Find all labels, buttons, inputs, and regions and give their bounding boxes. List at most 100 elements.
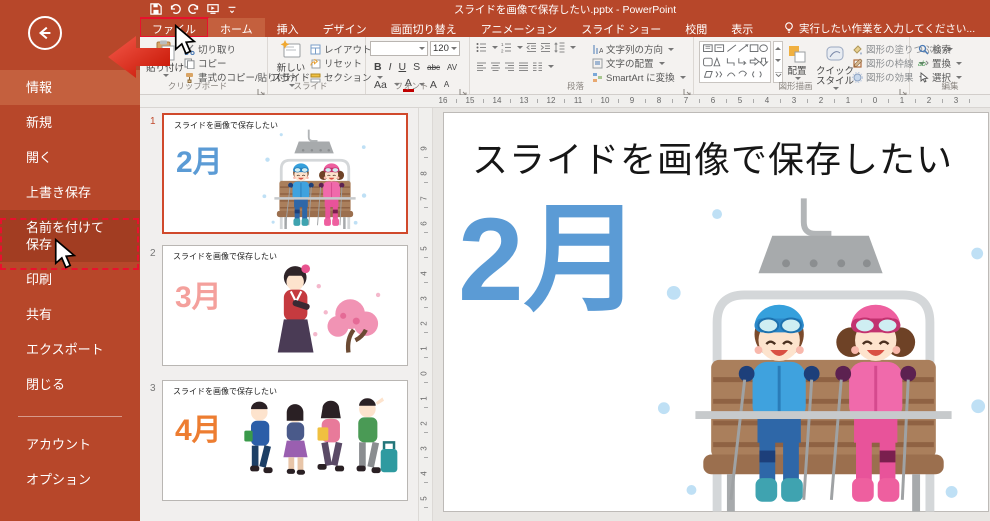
h-ruler-tick: 5: [738, 96, 742, 105]
backstage-menu-item[interactable]: 共有: [0, 297, 140, 332]
bold-button[interactable]: B: [372, 61, 384, 73]
horizontal-ruler[interactable]: 161514131211109876543210123: [140, 95, 990, 108]
justify-icon[interactable]: [518, 61, 529, 72]
ribbon-tab[interactable]: デザイン: [311, 18, 379, 37]
slide-thumbnail-2[interactable]: スライドを画像で保存したい 3月: [162, 245, 408, 366]
h-ruler-tick: 12: [547, 96, 556, 105]
backstage-menu-item[interactable]: 情報: [0, 70, 140, 105]
shape-outline-icon: [852, 58, 863, 69]
svg-text:A: A: [599, 48, 603, 55]
clipboard-dialog-launcher[interactable]: [257, 83, 265, 91]
paste-button[interactable]: 貼り付け: [146, 40, 184, 77]
text-shadow-button[interactable]: S: [411, 61, 422, 73]
h-ruler-tick: 4: [765, 96, 769, 105]
paragraph-group-label: 段落: [470, 80, 681, 92]
lightbulb-icon: [784, 22, 794, 34]
v-ruler-tick: 6: [420, 221, 429, 225]
hanami-illustration: [247, 260, 387, 356]
backstage-menu-item[interactable]: エクスポート: [0, 332, 140, 367]
editing-group-label: 編集: [910, 80, 990, 92]
v-ruler-tick: 2: [420, 321, 429, 325]
h-ruler-tick: 0: [873, 96, 877, 105]
ribbon-tab[interactable]: 挿入: [265, 18, 311, 37]
svg-text:ab: ab: [918, 61, 926, 68]
backstage-menu-item[interactable]: 名前を付けて 保存: [0, 210, 140, 262]
align-right-icon[interactable]: [504, 61, 515, 72]
shape-gallery-scroll[interactable]: [773, 41, 783, 83]
quick-styles-icon: [824, 43, 846, 65]
align-text-button[interactable]: 文字の配置: [592, 56, 665, 70]
find-button[interactable]: 検索: [918, 42, 951, 56]
ribbon-tab[interactable]: 画面切り替え: [379, 18, 469, 37]
h-ruler-tick: 13: [520, 96, 529, 105]
drawing-group: 配置 クイック スタイル 図形の塗りつぶし 図形の枠線 図形の効果 図形描画: [694, 37, 910, 94]
clipboard-group-label: クリップボード: [140, 80, 255, 92]
arrange-button[interactable]: 配置: [786, 43, 808, 80]
line-spacing-icon[interactable]: [554, 42, 565, 53]
slide-month-text[interactable]: 2月: [458, 201, 642, 319]
slide-title-text[interactable]: スライドを画像で保存したい: [472, 131, 953, 183]
replace-button[interactable]: ab 置換: [918, 56, 962, 70]
slide-canvas: スライドを画像で保存したい 2月: [433, 108, 990, 521]
replace-icon: ab: [918, 58, 929, 69]
ribbon-tab[interactable]: ファイル: [140, 18, 208, 37]
v-ruler-tick: 4: [420, 471, 429, 475]
h-ruler-tick: 16: [439, 96, 448, 105]
backstage-menu-item[interactable]: 新規: [0, 105, 140, 140]
bullets-icon[interactable]: [476, 42, 487, 53]
ribbon-tab[interactable]: ホーム: [208, 18, 265, 37]
columns-icon[interactable]: [532, 61, 543, 72]
ribbon-tab[interactable]: スライド ショー: [569, 18, 673, 37]
align-center-icon[interactable]: [490, 61, 501, 72]
backstage-menu-item[interactable]: 印刷: [0, 262, 140, 297]
v-ruler-tick: 0: [420, 371, 429, 375]
v-ruler-tick: 8: [420, 171, 429, 175]
backstage-menu-item[interactable]: オプション: [0, 462, 140, 497]
backstage-menu-item[interactable]: アカウント: [0, 427, 140, 462]
reset-button[interactable]: リセット: [310, 56, 362, 70]
v-ruler-tick: 1: [420, 396, 429, 400]
numbering-icon[interactable]: 12: [501, 42, 512, 53]
cut-icon: [184, 44, 195, 55]
ribbon-tab[interactable]: 校閲: [673, 18, 719, 37]
char-spacing-button[interactable]: AV: [445, 63, 459, 72]
shape-gallery[interactable]: [699, 41, 771, 83]
font-dialog-launcher[interactable]: [459, 83, 467, 91]
decrease-indent-icon[interactable]: [526, 42, 537, 53]
align-left-icon[interactable]: [476, 61, 487, 72]
cut-button[interactable]: 切り取り: [184, 42, 236, 56]
new-slide-icon: [280, 40, 302, 62]
underline-button[interactable]: U: [397, 61, 409, 73]
italic-button[interactable]: I: [387, 61, 394, 73]
vertical-ruler[interactable]: 987654321012345: [418, 108, 433, 521]
h-ruler-tick: 2: [927, 96, 931, 105]
slides-group: 新しい スライド レイアウト リセット セクション スライド: [268, 37, 366, 94]
back-button[interactable]: [28, 16, 62, 50]
v-ruler-tick: 2: [420, 421, 429, 425]
slide-thumbnail-3[interactable]: スライドを画像で保存したい 4月: [162, 380, 408, 501]
drawing-dialog-launcher[interactable]: [899, 83, 907, 91]
strikethrough-button[interactable]: abc: [425, 63, 442, 72]
tell-me-box[interactable]: 実行したい作業を入力してください...: [778, 18, 983, 36]
h-ruler-tick: 6: [711, 96, 715, 105]
copy-button[interactable]: コピー: [184, 56, 227, 70]
increase-indent-icon[interactable]: [540, 42, 551, 53]
h-ruler-tick: 15: [466, 96, 475, 105]
font-group: 120 B I U S abc AV Aa A A A フォント: [366, 37, 470, 94]
powerpoint-window: 情報 新規 開く 上書き保存 名前を付けて 保存 印刷 共有 エクスポート 閉じ…: [0, 0, 990, 521]
slide-thumbnail-1[interactable]: スライドを画像で保存したい 2月: [162, 113, 408, 234]
search-icon: [918, 44, 929, 55]
paragraph-group: 12 A 文字列の方向 文字の配置 Smar: [470, 37, 694, 94]
paragraph-dialog-launcher[interactable]: [683, 83, 691, 91]
font-name-combo[interactable]: [370, 41, 428, 56]
font-size-combo[interactable]: 120: [430, 41, 460, 56]
align-text-icon: [592, 58, 603, 69]
main-slide[interactable]: スライドを画像で保存したい 2月: [443, 112, 989, 512]
backstage-menu-item[interactable]: 開く: [0, 140, 140, 175]
backstage-menu-item[interactable]: 閉じる: [0, 367, 140, 402]
backstage-menu-item[interactable]: 上書き保存: [0, 175, 140, 210]
ribbon-tab[interactable]: アニメーション: [469, 18, 570, 37]
reset-icon: [310, 58, 321, 69]
text-direction-button[interactable]: A 文字列の方向: [592, 42, 674, 56]
ribbon-tab[interactable]: 表示: [719, 18, 765, 37]
